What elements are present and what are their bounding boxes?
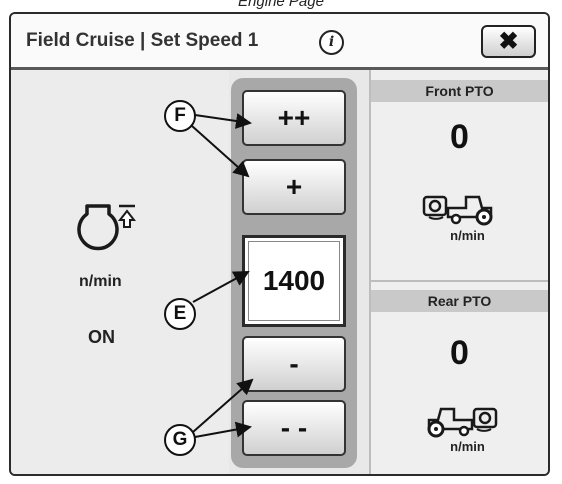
increase-fast-label: ++ bbox=[277, 102, 311, 133]
info-icon[interactable]: i bbox=[319, 30, 344, 55]
pto-panel: Front PTO 0 n/min Rear PTO 0 n/min bbox=[369, 70, 548, 474]
decrease-fast-label: - - bbox=[280, 412, 308, 443]
set-speed-value: 1400 bbox=[262, 265, 326, 296]
set-speed-value-field[interactable]: 1400 bbox=[242, 235, 346, 327]
rear-pto-header: Rear PTO bbox=[371, 290, 548, 312]
callout-g: G bbox=[164, 424, 196, 456]
rear-pto-unit: n/min bbox=[450, 439, 485, 454]
engine-rpm-unit: n/min bbox=[79, 273, 122, 290]
close-button[interactable]: ✖ bbox=[481, 25, 536, 58]
engine-state: ON bbox=[88, 327, 115, 347]
pto-divider bbox=[371, 280, 548, 282]
increase-button[interactable]: + bbox=[242, 159, 346, 215]
rear-pto-value: 0 bbox=[450, 334, 469, 372]
front-pto-value: 0 bbox=[450, 118, 469, 156]
set-speed-button-column: ++ + 1400 - - - bbox=[231, 78, 357, 468]
page-caption: Engine Page bbox=[0, 0, 562, 12]
front-pto-tractor-icon bbox=[422, 195, 493, 226]
title-bar: Field Cruise | Set Speed 1 i ✖ bbox=[11, 14, 548, 70]
front-pto-header: Front PTO bbox=[371, 80, 548, 102]
front-pto-unit: n/min bbox=[450, 228, 485, 243]
callout-e: E bbox=[164, 298, 196, 330]
increase-fast-button[interactable]: ++ bbox=[242, 90, 346, 146]
dialog-title: Field Cruise | Set Speed 1 bbox=[26, 30, 259, 51]
close-icon: ✖ bbox=[498, 28, 519, 55]
engine-speed-icon bbox=[77, 204, 137, 251]
decrease-fast-button[interactable]: - - bbox=[242, 400, 346, 456]
callout-f: F bbox=[164, 100, 196, 132]
page-caption-text: Engine Page bbox=[238, 0, 324, 10]
field-cruise-dialog: Field Cruise | Set Speed 1 i ✖ n/min ON … bbox=[9, 12, 550, 476]
engine-status-panel: n/min ON bbox=[11, 70, 229, 474]
decrease-button[interactable]: - bbox=[242, 336, 346, 392]
decrease-label: - bbox=[289, 348, 299, 379]
rear-pto-tractor-icon bbox=[427, 407, 498, 438]
increase-label: + bbox=[285, 171, 303, 202]
